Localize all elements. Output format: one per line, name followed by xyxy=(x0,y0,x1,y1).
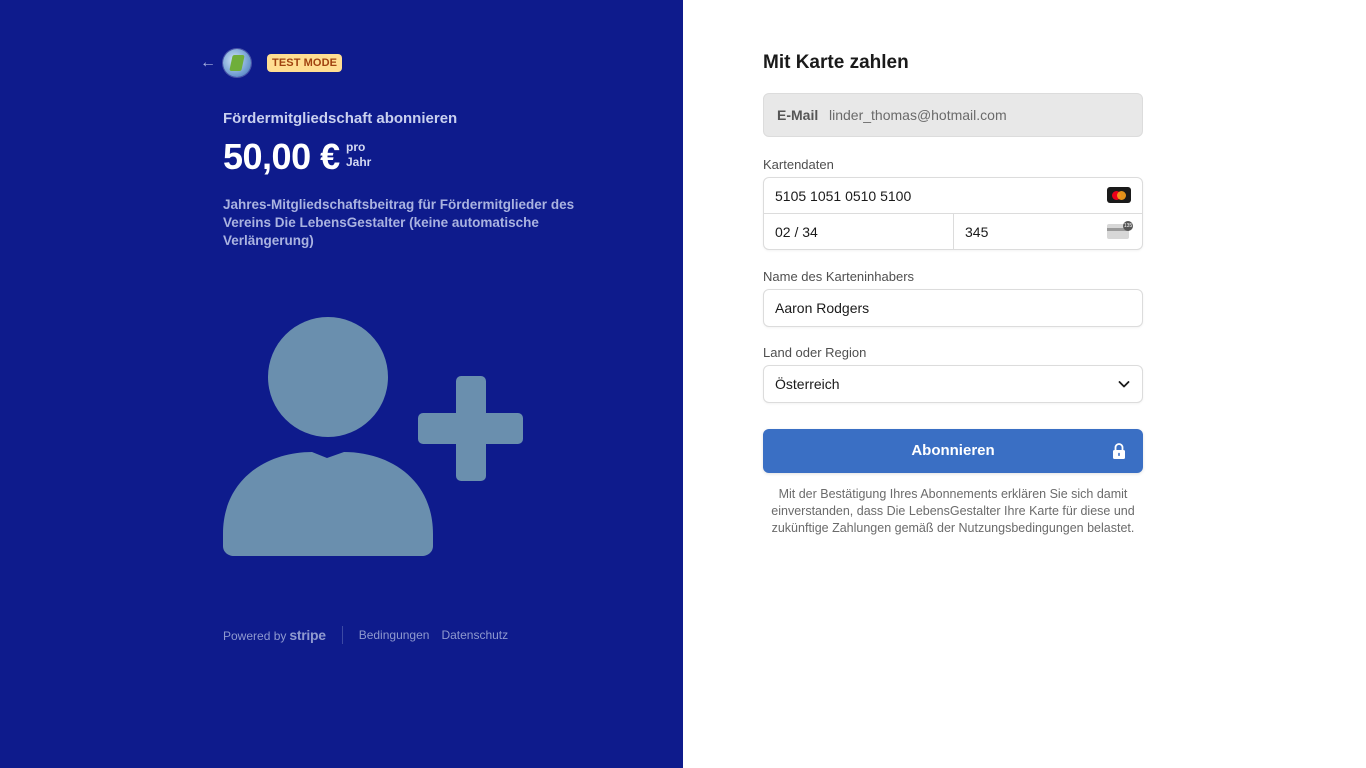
cvc-card-icon: 135 xyxy=(1107,221,1133,239)
cvc-field[interactable]: 345 135 xyxy=(954,214,1142,249)
price-interval-pro: pro xyxy=(346,140,366,154)
stripe-logo: stripe xyxy=(289,627,326,643)
merchant-logo xyxy=(223,49,251,77)
payment-title: Mit Karte zahlen xyxy=(763,52,909,73)
legal-notice: Mit der Bestätigung Ihres Abonnements er… xyxy=(771,487,1135,535)
product-name: Fördermitgliedschaft abonnieren xyxy=(223,110,458,127)
subscribe-button-label: Abonnieren xyxy=(911,442,995,459)
card-details-group: 5105 1051 0510 5100 02 / 34 345 135 xyxy=(763,177,1143,250)
back-arrow-icon[interactable]: ← xyxy=(200,54,218,72)
country-value: Österreich xyxy=(775,376,840,392)
card-details-label: Kartendaten xyxy=(763,157,834,172)
price-interval-unit: Jahr xyxy=(346,155,372,169)
country-select[interactable]: Österreich xyxy=(763,365,1143,403)
email-field[interactable]: E-Mail linder_thomas@hotmail.com xyxy=(763,93,1143,137)
price-interval: pro Jahr xyxy=(346,140,371,170)
price-amount: 50,00 € xyxy=(223,136,340,177)
lock-icon xyxy=(1113,443,1125,459)
user-plus-icon xyxy=(223,317,523,556)
footer-divider xyxy=(341,626,343,644)
cardholder-name-value: Aaron Rodgers xyxy=(775,300,870,316)
powered-by-text: Powered by xyxy=(223,629,287,643)
expiry-value: 02 / 34 xyxy=(775,224,818,240)
powered-by-stripe[interactable]: Powered by stripe xyxy=(223,627,326,643)
card-number-field[interactable]: 5105 1051 0510 5100 xyxy=(764,178,1142,214)
country-label: Land oder Region xyxy=(763,345,867,360)
cvc-value: 345 xyxy=(965,224,989,240)
cardholder-name-label: Name des Karteninhabers xyxy=(763,269,915,284)
product-summary-panel: ← TEST MODE Fördermitgliedschaft abonnie… xyxy=(0,0,683,768)
email-label: E-Mail xyxy=(777,107,819,123)
card-number-value: 5105 1051 0510 5100 xyxy=(775,188,912,204)
subscribe-button[interactable]: Abonnieren xyxy=(763,429,1143,473)
footer: Powered by stripe Bedingungen Datenschut… xyxy=(223,626,520,644)
chevron-down-icon xyxy=(1118,381,1130,388)
cvc-icon-number: 135 xyxy=(1123,221,1133,231)
email-value: linder_thomas@hotmail.com xyxy=(829,107,1007,123)
mastercard-icon xyxy=(1107,187,1131,203)
cardholder-name-field[interactable]: Aaron Rodgers xyxy=(763,289,1143,327)
privacy-link[interactable]: Datenschutz xyxy=(441,628,508,642)
expiry-field[interactable]: 02 / 34 xyxy=(764,214,954,249)
test-mode-badge: TEST MODE xyxy=(267,54,343,72)
terms-link[interactable]: Bedingungen xyxy=(359,628,430,642)
product-description: Jahres-Mitgliedschaftsbeitrag für Förder… xyxy=(223,197,575,248)
